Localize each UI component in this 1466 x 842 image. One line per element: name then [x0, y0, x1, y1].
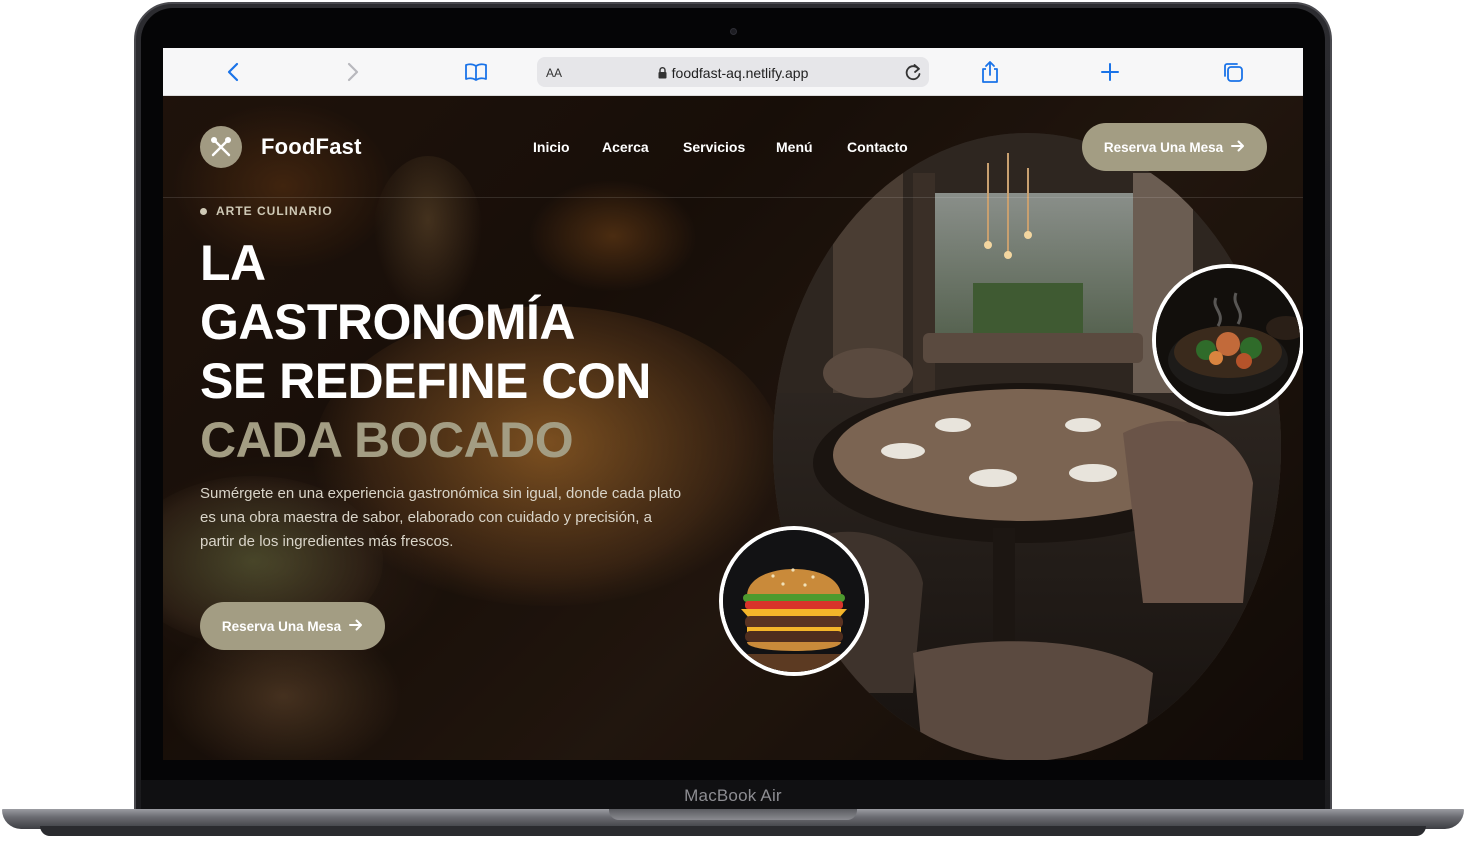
restaurant-interior-image	[773, 133, 1281, 760]
site-navbar: FoodFast Inicio Acerca Servicios Menú Co…	[163, 96, 1303, 198]
hero-reserve-button[interactable]: Reserva Una Mesa	[200, 602, 385, 650]
bookmarks-icon[interactable]	[464, 60, 488, 84]
brand-name[interactable]: FoodFast	[261, 134, 362, 160]
nav-link-menu[interactable]: Menú	[776, 139, 813, 155]
eyebrow-dot	[200, 207, 207, 215]
utensils-icon[interactable]	[200, 126, 242, 168]
lock-icon	[658, 66, 667, 82]
header-reserve-button[interactable]: Reserva Una Mesa	[1082, 123, 1267, 171]
hero-title-line-1: LA	[200, 235, 266, 291]
device-label: MacBook Air	[684, 786, 782, 805]
stir-fry-dish-image	[1152, 264, 1303, 416]
hero-title-line-2: GASTRONOMÍA	[200, 294, 576, 350]
hero-eyebrow: ARTE CULINARIO	[200, 204, 333, 218]
stage: MacBook Air AA foodfast-aq.netlify.app F…	[0, 0, 1466, 842]
hero-title-line-3: SE REDEFINE CON	[200, 353, 651, 409]
hero-reserve-label: Reserva Una Mesa	[221, 618, 342, 634]
laptop-notch	[609, 809, 857, 820]
laptop-base-shadow	[40, 826, 1426, 836]
url-display: foodfast-aq.netlify.app	[537, 65, 929, 82]
tabs-icon[interactable]	[1221, 60, 1245, 84]
nav-link-servicios[interactable]: Servicios	[683, 139, 745, 155]
arrow-right-icon	[1231, 140, 1245, 155]
address-bar[interactable]: AA foodfast-aq.netlify.app	[537, 57, 929, 87]
nav-link-acerca[interactable]: Acerca	[602, 139, 649, 155]
url-text: foodfast-aq.netlify.app	[671, 65, 809, 81]
nav-link-contacto[interactable]: Contacto	[847, 139, 908, 155]
forward-icon[interactable]	[341, 60, 365, 84]
hero-description: Sumérgete en una experiencia gastronómic…	[200, 485, 682, 550]
hero-title: LA GASTRONOMÍA SE REDEFINE CON CADA BOCA…	[200, 234, 680, 470]
arrow-right-icon	[349, 619, 363, 634]
reload-icon[interactable]	[903, 61, 923, 88]
hero-title-accent: CADA BOCADO	[200, 412, 574, 468]
screen: AA foodfast-aq.netlify.app FoodFast Inic…	[163, 48, 1303, 760]
camera	[730, 28, 737, 35]
browser-toolbar: AA foodfast-aq.netlify.app	[163, 48, 1303, 96]
eyebrow-text: ARTE CULINARIO	[216, 204, 333, 218]
back-icon[interactable]	[221, 60, 245, 84]
header-reserve-label: Reserva Una Mesa	[1103, 139, 1224, 155]
burger-image	[719, 526, 869, 676]
new-tab-icon[interactable]	[1098, 60, 1122, 84]
share-icon[interactable]	[978, 60, 1002, 84]
web-page: FoodFast Inicio Acerca Servicios Menú Co…	[163, 96, 1303, 760]
nav-link-inicio[interactable]: Inicio	[533, 139, 570, 155]
